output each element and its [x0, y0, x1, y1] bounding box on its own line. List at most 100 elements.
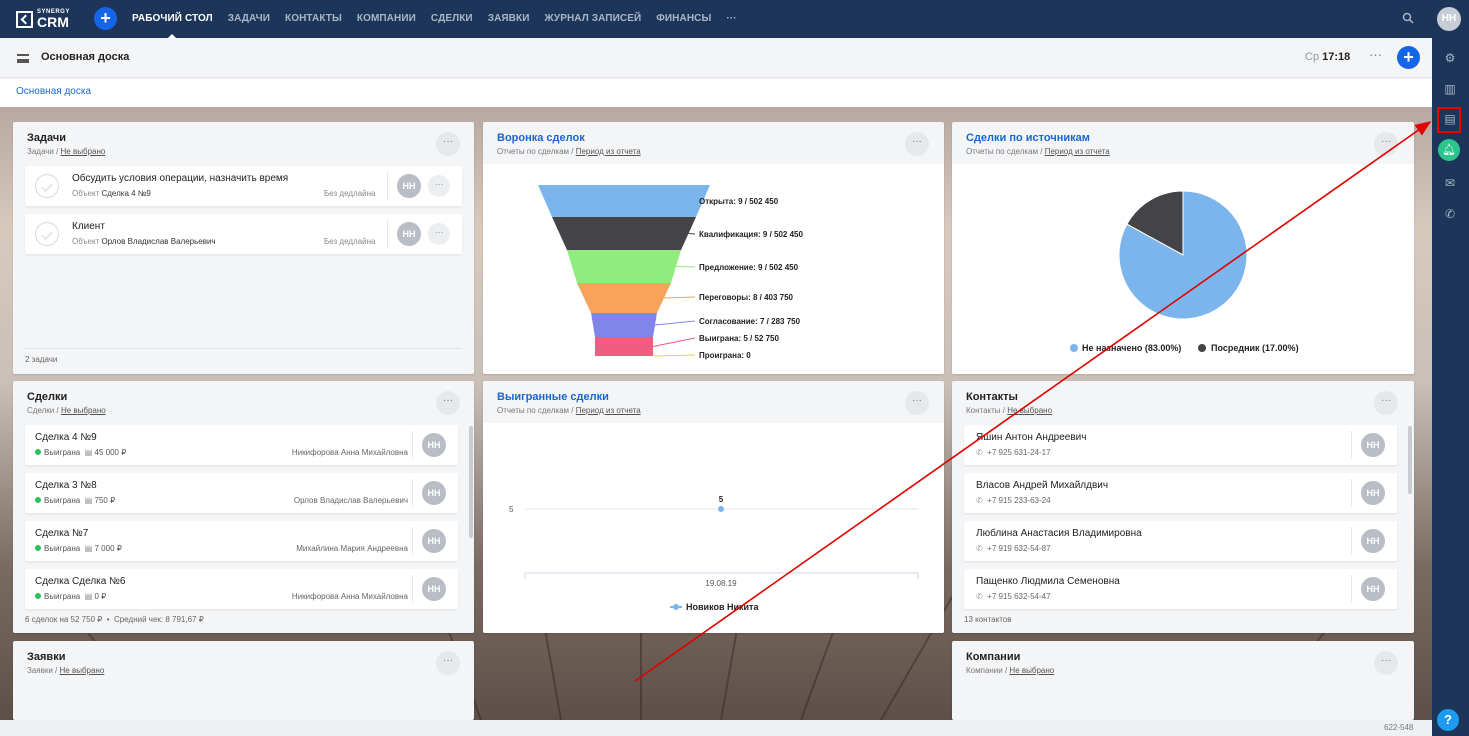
- add-widget-button[interactable]: +: [1397, 46, 1420, 69]
- nav-more[interactable]: ···: [726, 0, 736, 38]
- contact-name[interactable]: Власов Андрей Михайлдвич: [976, 480, 1108, 491]
- period-link[interactable]: Период из отчета: [576, 147, 641, 156]
- period-link[interactable]: Период из отчета: [1045, 147, 1110, 156]
- avatar[interactable]: НН: [1361, 481, 1385, 505]
- deal-name[interactable]: Сделка 3 №8: [35, 480, 97, 491]
- widget-menu-button[interactable]: ···: [436, 651, 460, 675]
- period-link[interactable]: Период из отчета: [576, 406, 641, 415]
- nav-requests[interactable]: ЗАЯВКИ: [488, 0, 530, 38]
- phone-icon[interactable]: ✆: [1442, 206, 1458, 222]
- book-icon[interactable]: ▥: [1442, 81, 1458, 97]
- scrollbar[interactable]: [1408, 426, 1412, 494]
- task-card[interactable]: Обсудить условия операции, назначить вре…: [25, 166, 462, 206]
- task-name[interactable]: Обсудить условия операции, назначить вре…: [72, 173, 288, 184]
- nav-deals[interactable]: СДЕЛКИ: [431, 0, 473, 38]
- nav-companies[interactable]: КОМПАНИИ: [357, 0, 416, 38]
- avatar[interactable]: НН: [397, 174, 421, 198]
- task-more-button[interactable]: ···: [428, 175, 450, 197]
- funnel-stage[interactable]: [595, 337, 653, 356]
- contact-name[interactable]: Люблина Анастасия Владимировна: [976, 528, 1142, 539]
- avatar[interactable]: НН: [422, 481, 446, 505]
- task-more-button[interactable]: ···: [428, 223, 450, 245]
- deal-card[interactable]: Сделка Сделка №6 Выиграна ▤ 0 ₽ Никифорова…: [25, 569, 458, 609]
- filter-link[interactable]: Не выбрано: [61, 147, 106, 156]
- deal-card[interactable]: Сделка №7 Выиграна ▤ 7 000 ₽ Михайлина Мар…: [25, 521, 458, 561]
- menu-icon[interactable]: [17, 54, 29, 63]
- filter-link[interactable]: Не выбрано: [60, 666, 105, 675]
- scrollbar[interactable]: [469, 426, 473, 538]
- nav-desktop[interactable]: РАБОЧИЙ СТОЛ: [132, 0, 213, 38]
- gear-icon[interactable]: ⚙: [1442, 50, 1458, 66]
- contact-card[interactable]: Пащенко Людмила Семеновна ✆ +7 915 632-54…: [964, 569, 1397, 609]
- contact-name[interactable]: Пащенко Людмила Семеновна: [976, 576, 1120, 587]
- filter-link[interactable]: Не выбрано: [1007, 406, 1052, 415]
- funnel-stage[interactable]: [591, 313, 657, 337]
- widget-title[interactable]: Выигранные сделки: [497, 391, 609, 403]
- data-point[interactable]: [718, 506, 724, 512]
- funnel-stage[interactable]: [552, 217, 696, 250]
- contact-phone[interactable]: ✆ +7 915 632-54-47: [976, 592, 1051, 601]
- filter-link[interactable]: Не выбрано: [61, 406, 106, 415]
- chat-icon-highlight: [1437, 107, 1461, 133]
- legend-item[interactable]: Не назначено (83.00%): [1082, 343, 1181, 353]
- synergy-crm-logo[interactable]: SYNERGY CRM: [16, 9, 70, 29]
- search-icon[interactable]: [1402, 12, 1414, 24]
- funnel-chart: Открыта: 9 / 502 450 Квалификация: 9 / 50…: [538, 185, 803, 360]
- widget-title: Контакты: [966, 391, 1018, 403]
- widget-menu-button[interactable]: ···: [436, 132, 460, 156]
- deal-card[interactable]: Сделка 4 №9 Выиграна ▤ 45 000 ₽ Никифорова…: [25, 425, 458, 465]
- avatar[interactable]: НН: [397, 222, 421, 246]
- global-add-button[interactable]: +: [94, 7, 117, 30]
- nav-contacts[interactable]: КОНТАКТЫ: [285, 0, 342, 38]
- funnel-stage[interactable]: [577, 283, 671, 313]
- nav-journal[interactable]: ЖУРНАЛ ЗАПИСЕЙ: [545, 0, 642, 38]
- main-nav: РАБОЧИЙ СТОЛ ЗАДАЧИ КОНТАКТЫ КОМПАНИИ СД…: [132, 0, 752, 38]
- widget-title[interactable]: Сделки по источникам: [966, 132, 1090, 144]
- legend-item[interactable]: Новиков Никита: [686, 602, 759, 612]
- avatar[interactable]: НН: [1361, 433, 1385, 457]
- avatar[interactable]: НН: [422, 433, 446, 457]
- contact-phone[interactable]: ✆ +7 915 233-63-24: [976, 496, 1051, 505]
- funnel-stage[interactable]: [567, 250, 681, 283]
- complete-check-icon[interactable]: [35, 174, 59, 198]
- widget-menu-button[interactable]: ···: [1374, 132, 1398, 156]
- deal-name[interactable]: Сделка №7: [35, 528, 88, 539]
- widget-subtitle: Задачи / Не выбрано: [27, 147, 106, 156]
- widget-title[interactable]: Воронка сделок: [497, 132, 585, 144]
- funnel-stage[interactable]: [538, 185, 710, 217]
- user-avatar[interactable]: НН: [1437, 7, 1461, 31]
- deal-name[interactable]: Сделка 4 №9: [35, 432, 97, 443]
- avatar[interactable]: НН: [422, 529, 446, 553]
- deal-card[interactable]: Сделка 3 №8 Выиграна ▤ 750 ₽ Орлов Владисл…: [25, 473, 458, 513]
- contact-card[interactable]: Яшин Антон Андреевич ✆ +7 925 631-24-17 НН: [964, 425, 1397, 465]
- filter-link[interactable]: Не выбрано: [1009, 666, 1054, 675]
- header-more-button[interactable]: ···: [1369, 47, 1382, 62]
- deal-name[interactable]: Сделка Сделка №6: [35, 576, 125, 587]
- avatar[interactable]: НН: [422, 577, 446, 601]
- avatar[interactable]: НН: [1361, 529, 1385, 553]
- help-icon[interactable]: ?: [1437, 709, 1459, 731]
- widget-menu-button[interactable]: ···: [905, 132, 929, 156]
- legend-item[interactable]: Посредник (17.00%): [1211, 343, 1299, 353]
- tasks-widget: Задачи Задачи / Не выбрано ··· Обсудить …: [13, 122, 474, 374]
- contact-phone[interactable]: ✆ +7 919 632-54-87: [976, 544, 1051, 553]
- widget-menu-button[interactable]: ···: [905, 391, 929, 415]
- bell-icon[interactable]: 🔔︎: [1438, 139, 1460, 161]
- widget-menu-button[interactable]: ···: [1374, 391, 1398, 415]
- contact-name[interactable]: Яшин Антон Андреевич: [976, 432, 1086, 443]
- nav-tasks[interactable]: ЗАДАЧИ: [228, 0, 270, 38]
- contact-phone[interactable]: ✆ +7 925 631-24-17: [976, 448, 1051, 457]
- breadcrumb[interactable]: Основная доска: [16, 86, 91, 97]
- contact-card[interactable]: Власов Андрей Михайлдвич ✆ +7 915 233-63-…: [964, 473, 1397, 513]
- task-card[interactable]: Клиент Объект Орлов Владислав Валерьевич…: [25, 214, 462, 254]
- contact-card[interactable]: Люблина Анастасия Владимировна ✆ +7 919 6…: [964, 521, 1397, 561]
- widget-menu-button[interactable]: ···: [1374, 651, 1398, 675]
- mail-icon[interactable]: ✉: [1442, 175, 1458, 191]
- page-footer: 622-548: [0, 720, 1432, 736]
- clock: Ср 17:18: [1305, 51, 1350, 63]
- widget-menu-button[interactable]: ···: [436, 391, 460, 415]
- nav-finance[interactable]: ФИНАНСЫ: [656, 0, 711, 38]
- complete-check-icon[interactable]: [35, 222, 59, 246]
- task-name[interactable]: Клиент: [72, 221, 105, 232]
- avatar[interactable]: НН: [1361, 577, 1385, 601]
